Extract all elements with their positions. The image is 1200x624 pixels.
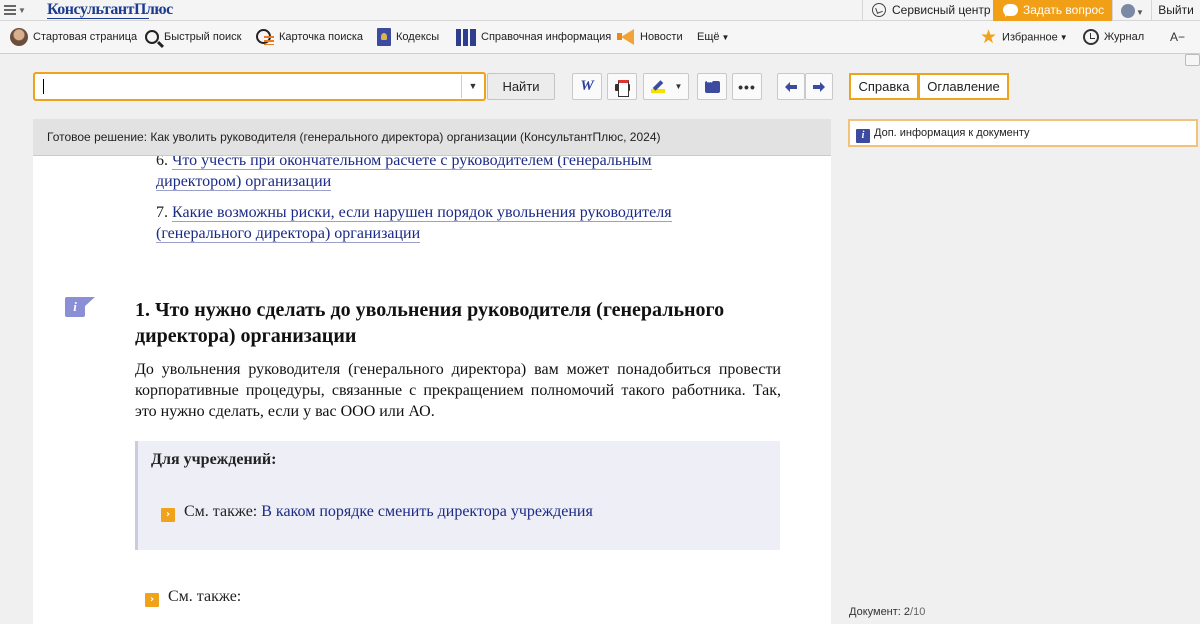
highlight-button[interactable]: ▼: [643, 73, 689, 100]
toc-item-number: 6.: [156, 156, 168, 169]
word-icon: W: [580, 78, 594, 94]
institutions-note-box: Для учреждений: › См. также: В каком поря…: [135, 441, 780, 550]
info-icon: i: [856, 129, 870, 143]
search-input[interactable]: [39, 77, 457, 96]
document-counter: Документ: 2/10: [849, 606, 926, 618]
search-icon: [145, 30, 159, 45]
nav-scroll-handle[interactable]: [1185, 54, 1200, 66]
comment-button[interactable]: [697, 73, 727, 100]
font-size-button[interactable]: A−: [1170, 21, 1185, 54]
find-button[interactable]: Найти: [487, 73, 555, 100]
nav-favorites-label: Избранное: [1002, 31, 1058, 44]
additional-info-label: Доп. информация к документу: [874, 127, 1030, 139]
tab-contents[interactable]: Оглавление: [918, 73, 1009, 100]
section-info-icon[interactable]: i: [65, 297, 95, 317]
info-icon: i: [65, 297, 85, 317]
section-heading: 1. Что нужно сделать до увольнения руков…: [135, 299, 725, 347]
nav-more-label: Ещё: [697, 31, 720, 43]
nav-more[interactable]: Ещё ▼: [697, 21, 729, 54]
toc-item-number: 7.: [156, 204, 168, 221]
nav-quick-search[interactable]: Быстрый поиск: [145, 21, 241, 54]
search-history-dropdown[interactable]: ▼: [461, 75, 484, 98]
export-word-button[interactable]: W: [572, 73, 602, 100]
nav-search-card-label: Карточка поиска: [279, 31, 364, 43]
phone-icon: [872, 3, 886, 17]
toc-item-link[interactable]: Какие возможны риски, если нарушен поряд…: [156, 204, 672, 243]
forward-button[interactable]: [805, 73, 833, 100]
document-counter-label: Документ:: [849, 606, 901, 618]
ask-question-label: Задать вопрос: [1023, 3, 1105, 17]
printer-icon: [614, 80, 630, 97]
ask-question-button[interactable]: Задать вопрос: [993, 0, 1112, 21]
nav-start-page-label: Стартовая страница: [33, 31, 138, 43]
additional-info-button[interactable]: i Доп. информация к документу: [848, 119, 1198, 147]
info-icon-tail: [84, 297, 95, 307]
brand-underline: [47, 18, 149, 19]
document-body: 6. Что учесть при окончательном расчете …: [33, 156, 831, 624]
see-also-row: › См. также: В каком порядке сменить дире…: [161, 503, 593, 522]
reference-binders-icon: [456, 28, 476, 46]
chevron-down-icon: ▼: [721, 33, 730, 42]
toc-item: 7. Какие возможны риски, если нарушен по…: [156, 202, 716, 244]
logout-button[interactable]: Выйти: [1151, 0, 1200, 21]
document-title: Готовое решение: Как уволить руководител…: [33, 119, 831, 156]
chat-bubble-icon: [1003, 4, 1018, 17]
service-center-label: Сервисный центр: [892, 3, 991, 17]
arrow-right-icon: [813, 81, 825, 92]
nav-codexes-label: Кодексы: [396, 31, 440, 43]
history-clock-icon: [1083, 29, 1099, 46]
comment-icon: [704, 77, 720, 93]
nav-journal-label: Журнал: [1104, 31, 1145, 43]
nav-news-label: Новости: [640, 31, 683, 43]
chevron-down-icon: ▼: [1059, 33, 1068, 43]
nav-journal[interactable]: Журнал: [1083, 21, 1144, 54]
see-also-label: См. также:: [168, 588, 242, 605]
tab-help[interactable]: Справка: [849, 73, 919, 100]
toc-item-link[interactable]: Что учесть при окончательном расчете с р…: [156, 156, 652, 191]
see-also-link[interactable]: В каком порядке сменить директора учрежд…: [261, 503, 593, 520]
nav-start-page[interactable]: Стартовая страница: [10, 21, 137, 54]
chevron-down-icon: ▼: [674, 82, 683, 91]
megaphone-icon: [617, 29, 635, 46]
see-also-arrow-icon: ›: [161, 508, 175, 522]
more-actions-button[interactable]: •••: [732, 73, 762, 100]
section-paragraph: До увольнения руководителя (генерального…: [135, 361, 781, 420]
print-button[interactable]: [607, 73, 637, 100]
document-counter-total: 10: [913, 606, 926, 618]
nav-news[interactable]: Новости: [617, 21, 683, 54]
service-center-button[interactable]: Сервисный центр: [862, 0, 993, 21]
institutions-note-title: Для учреждений:: [151, 451, 277, 468]
home-avatar-icon: [10, 28, 28, 47]
toc-item: 6. Что учесть при окончательном расчете …: [156, 156, 716, 192]
nav-reference-label: Справочная информация: [481, 31, 612, 43]
user-icon: [1121, 4, 1135, 18]
nav-bar: Стартовая страница Быстрый поиск Карточк…: [0, 21, 1200, 66]
nav-search-card[interactable]: Карточка поиска: [256, 21, 363, 54]
see-also-prefix: См. также:: [184, 503, 258, 520]
nav-favorites[interactable]: ★ Избранное ▼: [980, 21, 1068, 54]
nav-reference[interactable]: Справочная информация: [456, 21, 611, 54]
nav-quick-search-label: Быстрый поиск: [164, 31, 242, 43]
codex-book-icon: [377, 28, 391, 47]
back-button[interactable]: [777, 73, 805, 100]
hamburger-icon: [4, 5, 16, 15]
user-menu-button[interactable]: ▼: [1112, 0, 1151, 21]
nav-codexes[interactable]: Кодексы: [377, 21, 439, 54]
text-caret: [43, 79, 44, 94]
more-dots-icon: •••: [738, 78, 756, 95]
search-box: ▼: [33, 72, 486, 101]
see-also-arrow-icon: ›: [145, 593, 159, 607]
highlighter-icon: [650, 81, 666, 93]
brand-logo[interactable]: КонсультантПлюс: [47, 1, 173, 19]
star-icon: ★: [980, 27, 998, 48]
search-card-icon: [256, 28, 274, 46]
arrow-left-icon: [785, 81, 797, 92]
chevron-down-icon: ▼: [1136, 8, 1144, 17]
chevron-down-icon: ▼: [18, 6, 26, 15]
main-menu-button[interactable]: ▼: [4, 2, 34, 18]
top-bar: ▼ КонсультантПлюс Сервисный центр Задать…: [0, 0, 1200, 21]
see-also-row: › См. также:: [145, 588, 241, 607]
